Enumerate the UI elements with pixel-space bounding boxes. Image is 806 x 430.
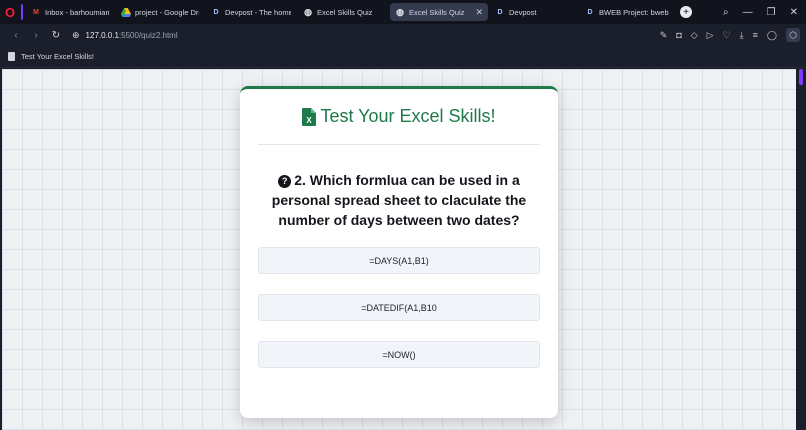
search-icon[interactable]: ⌕ — [723, 7, 729, 18]
tab-devpost-home[interactable]: D Devpost - The home fo — [206, 3, 296, 21]
tab-bweb-project[interactable]: D BWEB Project: bweb pr — [580, 3, 674, 21]
restore-icon[interactable]: ❐ — [767, 7, 776, 18]
sidebar-strip — [796, 69, 806, 430]
url-host: 127.0.0.1 — [85, 30, 119, 40]
heart-icon[interactable]: ♡ — [723, 30, 731, 41]
opera-logo-icon[interactable]: O — [0, 0, 20, 24]
tab-devpost[interactable]: D Devpost — [490, 3, 578, 21]
tab-label: BWEB Project: bweb pr — [599, 7, 669, 17]
url-path: :5500/quiz2.html — [118, 30, 178, 40]
back-icon[interactable]: ‹ — [6, 30, 26, 41]
window-controls: ⌕ — ❐ ✕ — [723, 7, 806, 18]
question-text: ? 2. Which formlua can be used in a perso… — [260, 170, 538, 230]
extensions-icon[interactable]: ⬡ — [786, 28, 800, 42]
site-info-icon[interactable]: ⊕ — [72, 30, 80, 41]
question-mark-icon: ? — [278, 174, 292, 188]
answer-option-1[interactable]: =DAYS(A1,B1) — [258, 247, 540, 274]
quiz-title-text: Test Your Excel Skills! — [320, 106, 496, 126]
devpost-icon: D — [213, 8, 219, 16]
title-divider — [258, 144, 540, 145]
close-tab-icon[interactable]: ✕ — [469, 7, 483, 18]
menu-icon[interactable]: ≡ — [753, 30, 758, 40]
question-label: 2. Which formlua can be used in a person… — [271, 172, 527, 228]
url-field[interactable]: ⊕ 127.0.0.1 :5500/quiz2.html — [72, 30, 178, 41]
reload-icon[interactable]: ↻ — [46, 30, 66, 41]
tab-label: Excel Skills Quiz — [317, 7, 373, 17]
quiz-card: X Test Your Excel Skills! ? 2. Which form… — [240, 86, 558, 418]
devpost-icon: D — [497, 8, 503, 16]
devpost-icon: D — [587, 8, 593, 16]
forward-icon[interactable]: › — [26, 30, 46, 41]
tab-label: project - Google Drive — [135, 7, 199, 17]
answer-option-2[interactable]: =DATEDIF(A1,B10 — [258, 294, 540, 321]
tab-excel-quiz-1[interactable]: ◍ Excel Skills Quiz — [298, 3, 388, 21]
globe-icon: ◍ — [304, 6, 312, 17]
shield-icon[interactable]: ◇ — [691, 30, 698, 41]
tab-label: Devpost - The home fo — [225, 7, 291, 17]
address-bar: ‹ › ↻ ⊕ 127.0.0.1 :5500/quiz2.html ✎ ◘ ◇… — [0, 24, 806, 46]
excel-file-icon: X — [302, 107, 317, 126]
tab-excel-quiz-active[interactable]: ◍ Excel Skills Quiz ✕ — [390, 3, 488, 21]
globe-icon: ◍ — [396, 6, 404, 17]
svg-text:X: X — [307, 116, 313, 125]
camera-icon[interactable]: ◘ — [676, 30, 681, 40]
tab-label: Excel Skills Quiz — [409, 7, 465, 17]
quiz-title: X Test Your Excel Skills! — [240, 106, 558, 127]
address-bar-tools: ✎ ◘ ◇ ▷ ♡ ⤓ ≡ ◯ ⬡ — [660, 28, 806, 42]
drive-icon — [121, 7, 131, 17]
answer-option-3[interactable]: =NOW() — [258, 341, 540, 368]
download-icon[interactable]: ⤓ — [740, 30, 744, 41]
tab-label: Inbox - barhoumiamina — [45, 7, 109, 17]
tab-google-drive[interactable]: project - Google Drive — [116, 3, 204, 21]
tab-bar-divider — [21, 4, 23, 20]
minimize-icon[interactable]: — — [743, 7, 753, 18]
send-icon[interactable]: ▷ — [707, 30, 714, 41]
new-tab-button[interactable]: + — [680, 6, 692, 18]
document-icon — [8, 52, 15, 61]
gmail-icon: M — [33, 8, 39, 16]
page-title-bar: Test Your Excel Skills! — [0, 46, 806, 68]
close-window-icon[interactable]: ✕ — [790, 7, 798, 18]
sidebar-accent — [799, 69, 803, 85]
tab-label: Devpost — [509, 7, 537, 17]
edit-icon[interactable]: ✎ — [660, 30, 668, 41]
page-title: Test Your Excel Skills! — [21, 52, 94, 61]
tab-gmail[interactable]: M Inbox - barhoumiamina — [26, 3, 114, 21]
profile-icon[interactable]: ◯ — [767, 30, 777, 41]
tab-bar: O M Inbox - barhoumiamina project - Goog… — [0, 0, 806, 24]
page-viewport: X Test Your Excel Skills! ? 2. Which form… — [2, 69, 796, 430]
